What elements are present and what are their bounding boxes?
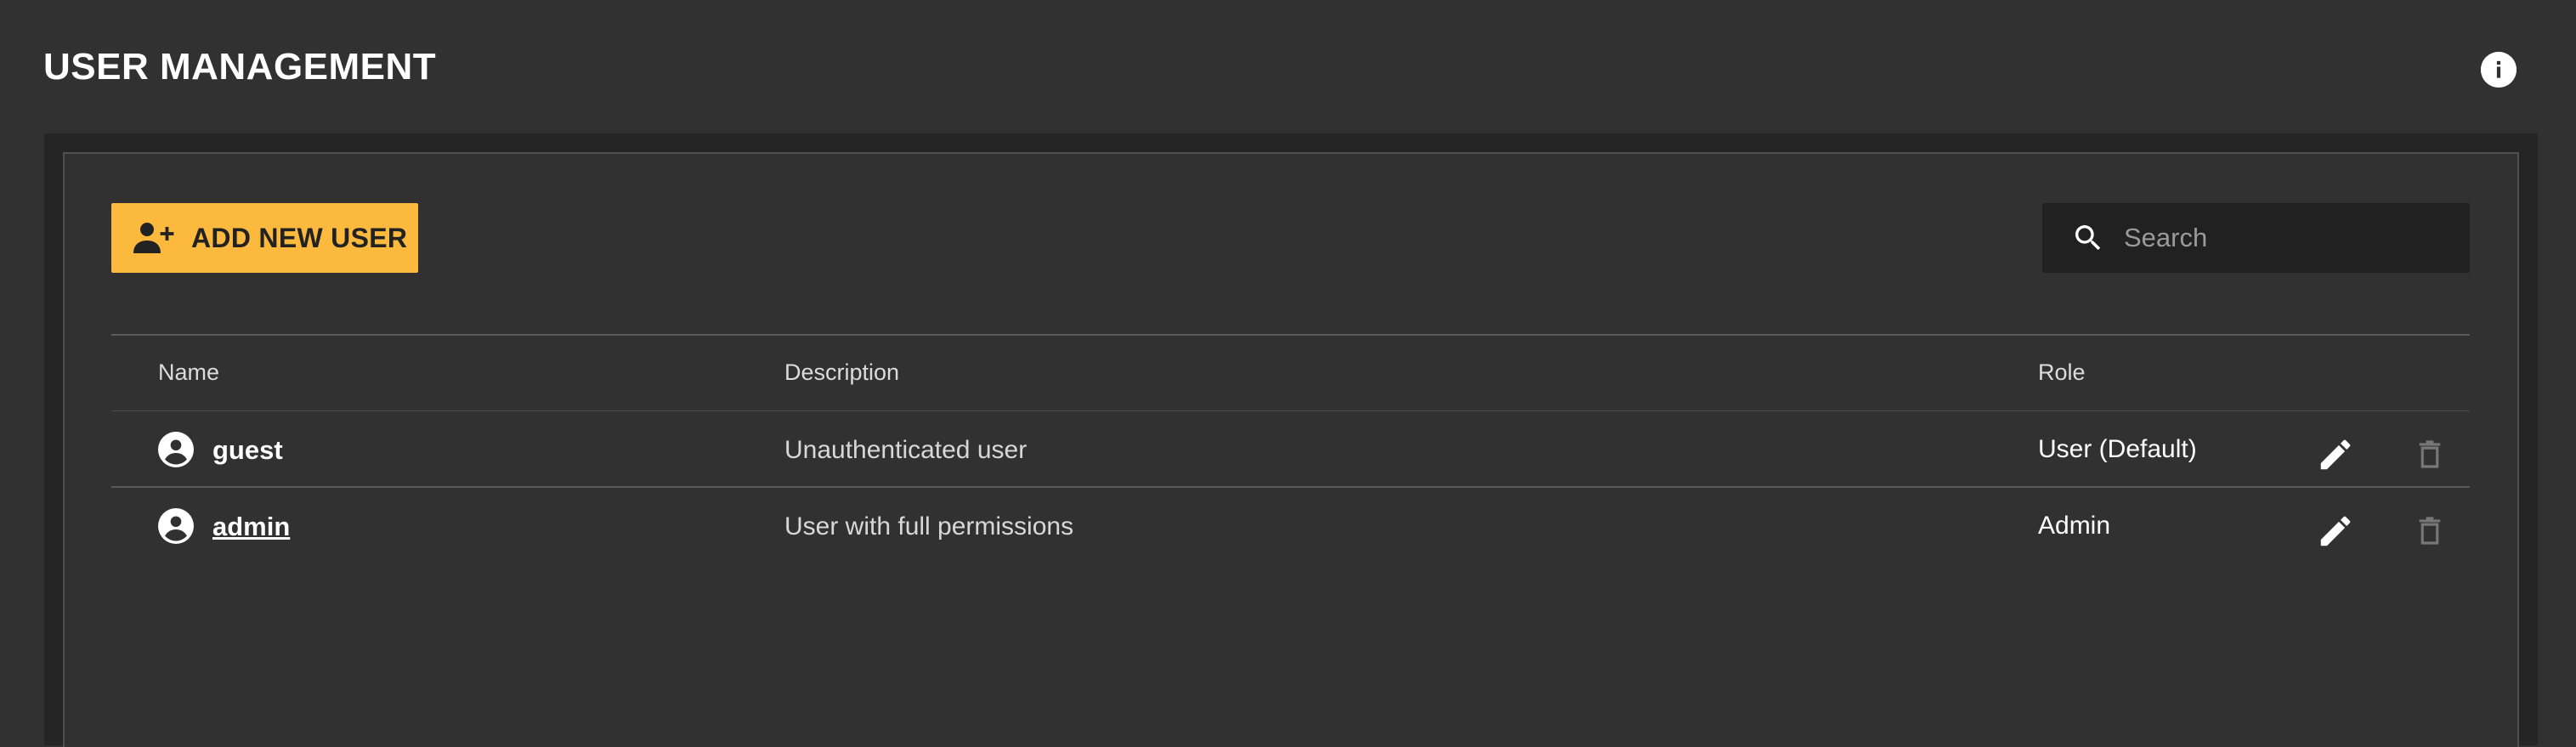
- delete-user-button[interactable]: [2412, 513, 2448, 549]
- add-new-user-button[interactable]: ADD NEW USER: [111, 203, 418, 273]
- users-table: Name Description Role guest Unauthentica…: [111, 334, 2470, 564]
- account-circle-icon: [158, 508, 194, 544]
- info-icon[interactable]: [2481, 52, 2517, 88]
- page-title: USER MANAGEMENT: [43, 46, 437, 88]
- trash-icon: [2419, 440, 2441, 468]
- delete-user-button[interactable]: [2412, 437, 2448, 473]
- search-icon: [2075, 225, 2101, 251]
- user-description: User with full permissions: [784, 512, 1074, 540]
- search-box[interactable]: [2042, 203, 2470, 273]
- column-header-name[interactable]: Name: [158, 359, 219, 386]
- person-add-icon: [133, 223, 174, 253]
- user-role: Admin: [2038, 512, 2111, 540]
- trash-icon: [2419, 517, 2441, 545]
- user-description: Unauthenticated user: [784, 436, 1028, 464]
- search-input[interactable]: [2122, 212, 2462, 263]
- user-name: guest: [212, 435, 283, 465]
- column-header-description[interactable]: Description: [784, 359, 899, 386]
- table-row-guest[interactable]: guest Unauthenticated user User (Default…: [111, 411, 2470, 488]
- pencil-icon: [2320, 439, 2351, 470]
- edit-user-button[interactable]: [2316, 512, 2355, 551]
- user-role: User (Default): [2038, 435, 2197, 463]
- user-name-link[interactable]: admin: [212, 512, 290, 542]
- page-header: USER MANAGEMENT: [0, 0, 2576, 136]
- account-circle-icon: [158, 432, 194, 467]
- column-header-role[interactable]: Role: [2038, 359, 2086, 386]
- table-header-row: Name Description Role: [111, 336, 2470, 411]
- table-row-admin[interactable]: admin User with full permissions Admin: [111, 488, 2470, 564]
- edit-user-button[interactable]: [2316, 435, 2355, 474]
- add-new-user-label: ADD NEW USER: [191, 222, 408, 253]
- pencil-icon: [2320, 516, 2351, 546]
